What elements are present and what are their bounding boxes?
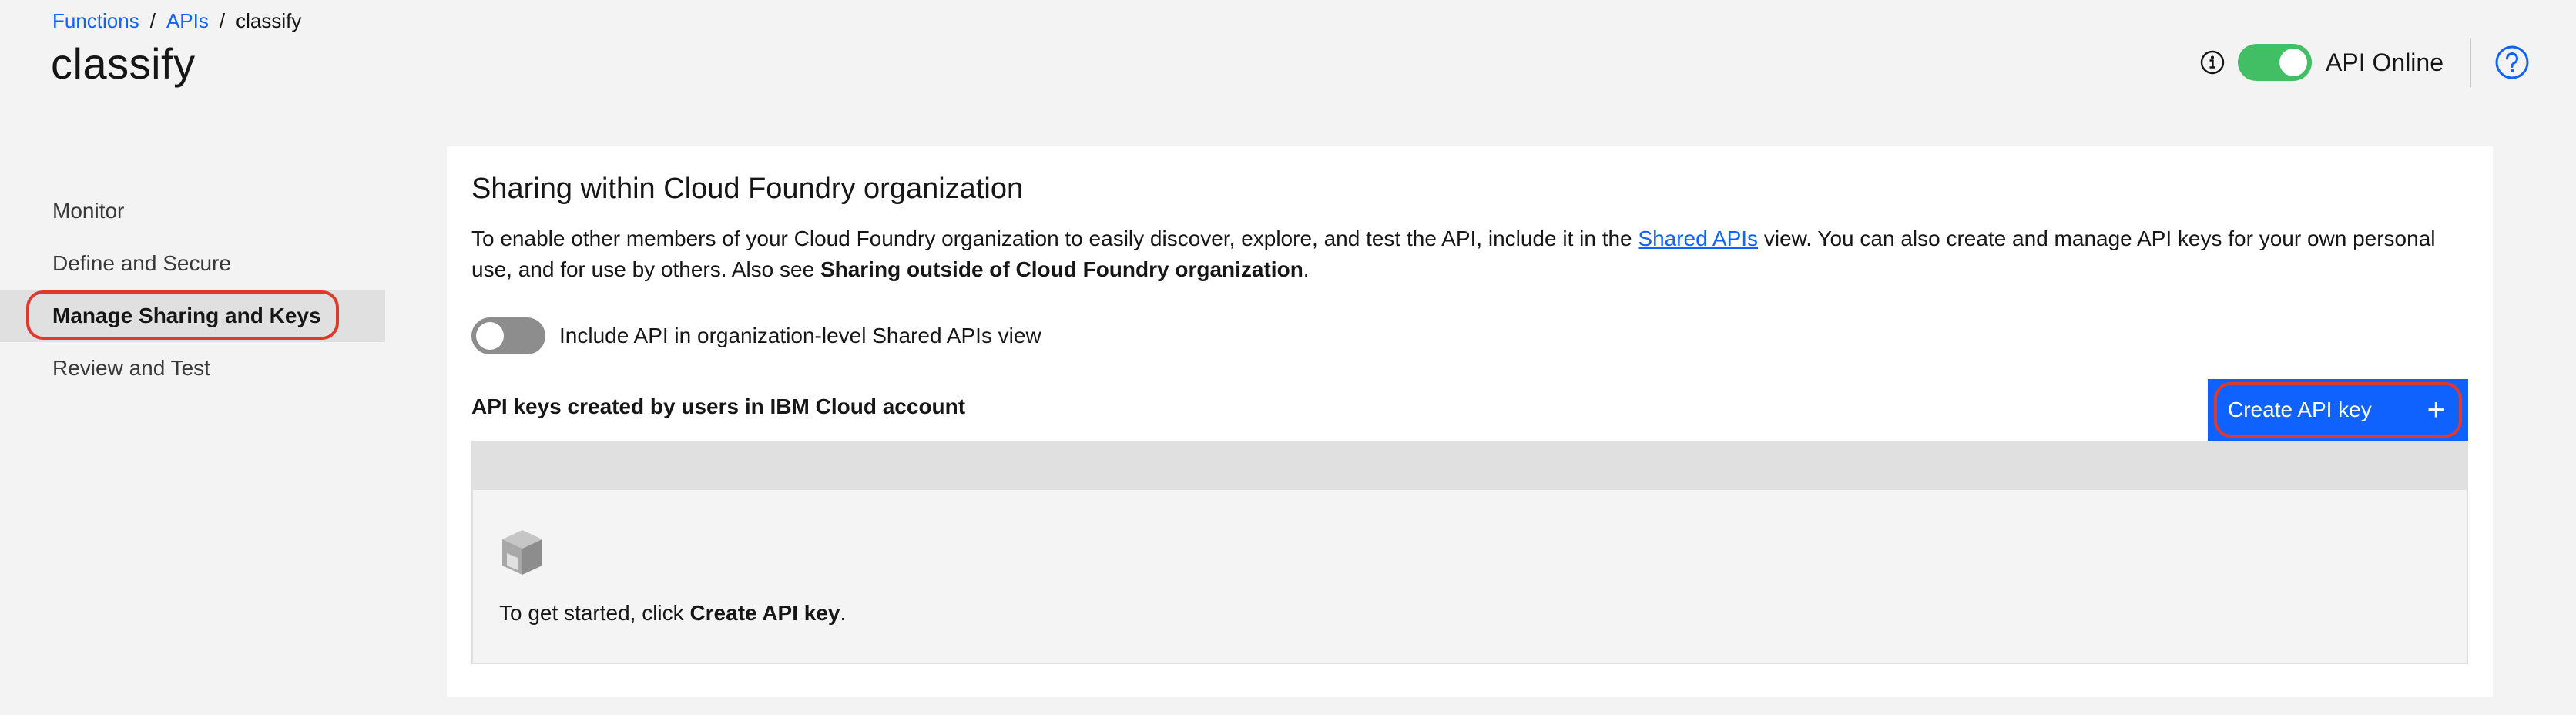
- include-shared-apis-toggle[interactable]: [471, 317, 545, 354]
- info-icon[interactable]: [2199, 49, 2225, 76]
- sidebar-item-label: Review and Test: [52, 356, 210, 380]
- empty-state-text: To get started, click Create API key.: [499, 601, 846, 626]
- include-shared-apis-label: Include API in organization-level Shared…: [559, 324, 1041, 347]
- breadcrumb-separator: /: [219, 9, 226, 32]
- sidebar-item-review-and-test[interactable]: Review and Test: [0, 342, 385, 394]
- highlight-ring: [2214, 382, 2462, 438]
- breadcrumb-current: classify: [236, 9, 302, 32]
- empty-state-bold: Create API key: [689, 601, 840, 625]
- toggle-knob: [2279, 49, 2308, 76]
- toggle-knob: [476, 322, 504, 350]
- breadcrumb-apis-link[interactable]: APIs: [166, 9, 209, 33]
- shared-apis-toggle-row: Include API in organization-level Shared…: [471, 317, 1041, 354]
- api-status-label: API Online: [2326, 48, 2444, 76]
- sidebar-nav: Monitor Define and Secure Manage Sharing…: [0, 185, 385, 394]
- create-api-key-button[interactable]: Create API key +: [2208, 379, 2468, 441]
- sharing-card: Sharing within Cloud Foundry organizatio…: [447, 146, 2493, 697]
- sidebar-item-manage-sharing-and-keys[interactable]: Manage Sharing and Keys: [0, 290, 385, 342]
- api-keys-table-header: [471, 441, 2468, 490]
- sidebar-item-monitor[interactable]: Monitor: [0, 185, 385, 237]
- section-title: Sharing within Cloud Foundry organizatio…: [471, 173, 1024, 205]
- api-keys-empty-state: To get started, click Create API key.: [471, 490, 2468, 664]
- highlight-ring: [26, 290, 339, 340]
- empty-state-suffix: .: [840, 601, 847, 625]
- shared-apis-link[interactable]: Shared APIs: [1638, 227, 1758, 250]
- empty-state-prefix: To get started, click: [499, 601, 690, 625]
- help-icon[interactable]: [2494, 45, 2530, 80]
- description-text: To enable other members of your Cloud Fo…: [471, 227, 1639, 250]
- breadcrumb-functions-link[interactable]: Functions: [52, 9, 139, 33]
- sidebar-item-label: Monitor: [52, 199, 125, 223]
- sharing-outside-text: Sharing outside of Cloud Foundry organiz…: [820, 257, 1303, 281]
- sidebar-item-define-and-secure[interactable]: Define and Secure: [0, 237, 385, 290]
- api-status-area: API Online: [2199, 34, 2530, 91]
- breadcrumb-separator: /: [149, 9, 156, 32]
- section-description: To enable other members of your Cloud Fo…: [471, 223, 2474, 285]
- empty-box-icon: [502, 530, 542, 575]
- api-online-toggle[interactable]: [2238, 44, 2313, 81]
- breadcrumb: Functions / APIs / classify: [52, 9, 301, 33]
- header-divider: [2470, 38, 2471, 87]
- sidebar-item-label: Define and Secure: [52, 251, 231, 275]
- description-text: .: [1303, 257, 1310, 281]
- api-keys-title: API keys created by users in IBM Cloud a…: [471, 394, 966, 418]
- page-title: classify: [51, 39, 196, 88]
